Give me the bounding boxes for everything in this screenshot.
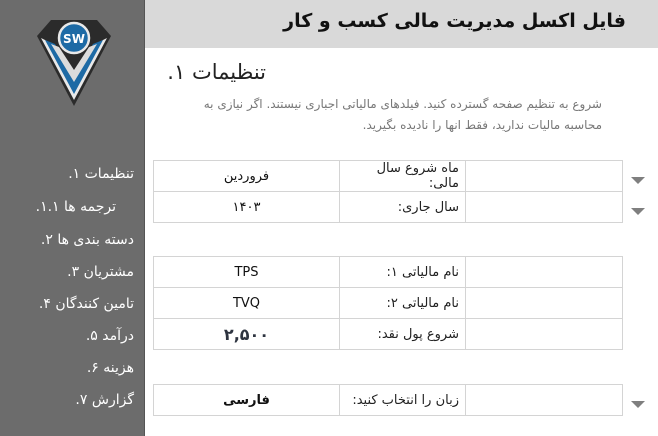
table-row: فروردین ماه شروع سال مالی:: [153, 160, 623, 192]
logo-text: SW: [63, 32, 85, 46]
diamond-icon: SW: [37, 20, 111, 106]
sidebar-item-report[interactable]: گزارش ۷.: [75, 392, 134, 408]
chevron-down-icon[interactable]: [631, 401, 645, 408]
fiscal-settings-table: فروردین ماه شروع سال مالی: ۱۴۰۳ سال جاری…: [153, 160, 623, 223]
language-label: زبان را انتخاب کنید:: [339, 384, 466, 416]
tax-name-2-value[interactable]: TVQ: [153, 287, 340, 319]
logo: SW: [33, 14, 115, 110]
current-year-label: سال جاری:: [339, 191, 466, 223]
intro-text: شروع به تنظیم صفحه گسترده کنید. فیلدهای …: [203, 97, 602, 132]
tax-name-2-label: نام مالیاتی ۲:: [339, 287, 466, 319]
header-bar: فایل اکسل مدیریت مالی کسب و کار: [145, 0, 658, 48]
table-cell-empty: [465, 160, 623, 192]
page-title: تنظیمات ۱.: [167, 60, 266, 84]
sidebar: SW تنظیمات ۱. ترجمه ها ۱.۱. دسته بندی ها…: [0, 0, 145, 436]
tax-name-1-label: نام مالیاتی ۱:: [339, 256, 466, 288]
fiscal-start-month-label: ماه شروع سال مالی:: [339, 160, 466, 192]
table-row: ۲,۵۰۰ شروع پول نقد:: [153, 318, 623, 350]
table-cell-empty: [465, 256, 623, 288]
sidebar-item-income[interactable]: درآمد ۵.: [86, 328, 134, 344]
table-cell-empty: [465, 191, 623, 223]
sidebar-item-categories[interactable]: دسته بندی ها ۲.: [41, 232, 134, 248]
table-cell-empty: [465, 287, 623, 319]
table-cell-empty: [465, 318, 623, 350]
table-row: TVQ نام مالیاتی ۲:: [153, 287, 623, 319]
app-title: فایل اکسل مدیریت مالی کسب و کار: [283, 10, 626, 32]
table-cell-empty: [465, 384, 623, 416]
fiscal-start-month-value[interactable]: فروردین: [153, 160, 340, 192]
starting-cash-label: شروع پول نقد:: [339, 318, 466, 350]
tax-settings-table: TPS نام مالیاتی ۱: TVQ نام مالیاتی ۲: ۲,…: [153, 256, 623, 350]
sidebar-item-translations[interactable]: ترجمه ها ۱.۱.: [36, 199, 116, 215]
sidebar-item-suppliers[interactable]: تامین کنندگان ۴.: [39, 296, 134, 312]
sidebar-item-customers[interactable]: مشتریان ۳.: [67, 264, 134, 280]
sidebar-item-expenses[interactable]: هزینه ۶.: [87, 360, 134, 376]
chevron-down-icon[interactable]: [631, 208, 645, 215]
table-row: فارسی زبان را انتخاب کنید:: [153, 384, 623, 416]
current-year-value[interactable]: ۱۴۰۳: [153, 191, 340, 223]
language-value[interactable]: فارسی: [153, 384, 340, 416]
tax-name-1-value[interactable]: TPS: [153, 256, 340, 288]
table-row: TPS نام مالیاتی ۱:: [153, 256, 623, 288]
chevron-down-icon[interactable]: [631, 177, 645, 184]
starting-cash-value[interactable]: ۲,۵۰۰: [153, 318, 340, 350]
table-row: ۱۴۰۳ سال جاری:: [153, 191, 623, 223]
sidebar-item-settings[interactable]: تنظیمات ۱.: [68, 166, 134, 182]
language-settings-table: فارسی زبان را انتخاب کنید:: [153, 384, 623, 416]
